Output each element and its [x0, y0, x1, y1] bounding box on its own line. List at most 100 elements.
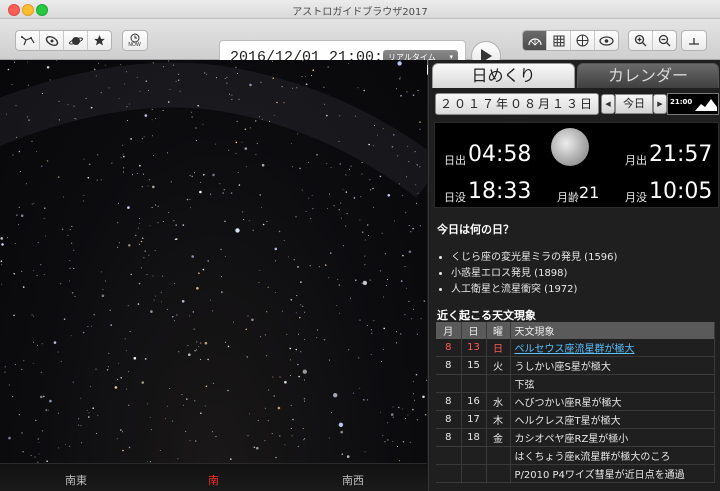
current-date[interactable]: ２０１７年０８月１３日(日) — [435, 93, 599, 131]
star — [267, 420, 269, 422]
equatorial-icon[interactable] — [571, 31, 595, 50]
star — [181, 300, 185, 303]
tab-calendar[interactable]: カレンダー — [577, 63, 719, 88]
next-day-button[interactable]: ▶ — [653, 94, 667, 114]
star — [83, 158, 85, 160]
star-icon[interactable] — [88, 31, 111, 50]
star — [69, 229, 71, 230]
table-row[interactable]: 8 13 日 ペルセウス座流星群が極大 — [436, 339, 715, 357]
star — [175, 224, 177, 226]
star — [304, 400, 305, 402]
now-button[interactable]: NOW — [122, 30, 148, 51]
star — [323, 338, 326, 341]
star — [292, 87, 293, 89]
toolbar: NOW 2016/12/01 21:00:00 リアルタイム ▾ — [0, 19, 720, 75]
col-day: 日 — [461, 322, 487, 339]
orbit-icon[interactable] — [595, 31, 618, 50]
star — [126, 71, 127, 73]
star — [277, 406, 281, 410]
star — [212, 431, 213, 433]
star — [305, 83, 308, 85]
star — [67, 104, 69, 106]
star — [299, 316, 301, 319]
star — [226, 76, 228, 78]
star — [44, 207, 46, 209]
star — [379, 270, 381, 272]
star — [340, 217, 342, 219]
star — [172, 64, 174, 66]
star — [249, 83, 252, 87]
direction-south: 南 — [208, 474, 219, 487]
star — [62, 228, 64, 230]
star — [405, 287, 407, 289]
star — [87, 326, 89, 328]
star — [69, 445, 71, 447]
star — [174, 283, 176, 285]
star — [58, 100, 60, 102]
zoom-in-icon[interactable] — [629, 31, 653, 50]
star — [290, 143, 292, 144]
planet-icon[interactable] — [64, 31, 88, 50]
star — [244, 128, 247, 131]
view-toggle-group — [522, 30, 619, 51]
star — [248, 413, 250, 415]
star — [191, 111, 193, 113]
clock-icon[interactable]: NOW — [123, 31, 146, 50]
grid-icon[interactable] — [547, 31, 571, 50]
horizon-view-icon[interactable] — [523, 31, 547, 50]
star — [262, 223, 265, 226]
star — [31, 140, 33, 142]
star — [383, 327, 386, 330]
star — [137, 227, 139, 229]
star — [40, 395, 43, 399]
star — [154, 250, 156, 252]
star — [172, 420, 174, 422]
star — [372, 145, 374, 147]
star — [254, 120, 257, 122]
star — [43, 395, 45, 398]
galaxy-icon[interactable] — [40, 31, 64, 50]
star — [196, 341, 198, 343]
star — [128, 404, 130, 406]
time-thumbnail[interactable]: 21:00 — [667, 93, 719, 115]
star — [163, 66, 165, 68]
star — [237, 73, 239, 74]
star — [40, 264, 42, 266]
star — [225, 341, 227, 343]
star — [73, 249, 75, 251]
event-link[interactable]: ペルセウス座流星群が極大 — [510, 339, 715, 357]
star — [143, 136, 145, 138]
star — [11, 84, 13, 86]
star — [281, 86, 283, 88]
sky-view[interactable]: 南東 南 南西 — [0, 60, 427, 491]
zoom-out-icon[interactable] — [653, 31, 676, 50]
panel-toggle-button[interactable] — [681, 30, 707, 51]
star — [220, 248, 222, 251]
star — [95, 368, 97, 370]
star — [46, 460, 48, 463]
star — [195, 127, 197, 129]
tab-daily[interactable]: 日めくり — [432, 63, 575, 88]
star — [275, 260, 277, 262]
star — [109, 309, 111, 311]
star — [46, 160, 49, 162]
star — [18, 224, 20, 226]
constellation-icon[interactable] — [16, 31, 40, 50]
star — [82, 200, 84, 202]
previous-day-button[interactable]: ◀ — [601, 94, 615, 114]
star — [309, 265, 311, 267]
panel-toggle-icon[interactable] — [682, 31, 705, 50]
star — [303, 439, 305, 441]
star — [173, 220, 175, 222]
star — [384, 253, 386, 255]
table-row: 下弦 — [436, 374, 715, 393]
cell-day: 17 — [461, 410, 487, 429]
today-button[interactable]: 今日 — [615, 94, 653, 114]
star — [87, 176, 90, 179]
star — [212, 310, 214, 312]
star — [134, 234, 137, 237]
star — [117, 222, 119, 224]
star — [167, 152, 168, 154]
star — [118, 98, 120, 99]
star — [224, 78, 226, 79]
